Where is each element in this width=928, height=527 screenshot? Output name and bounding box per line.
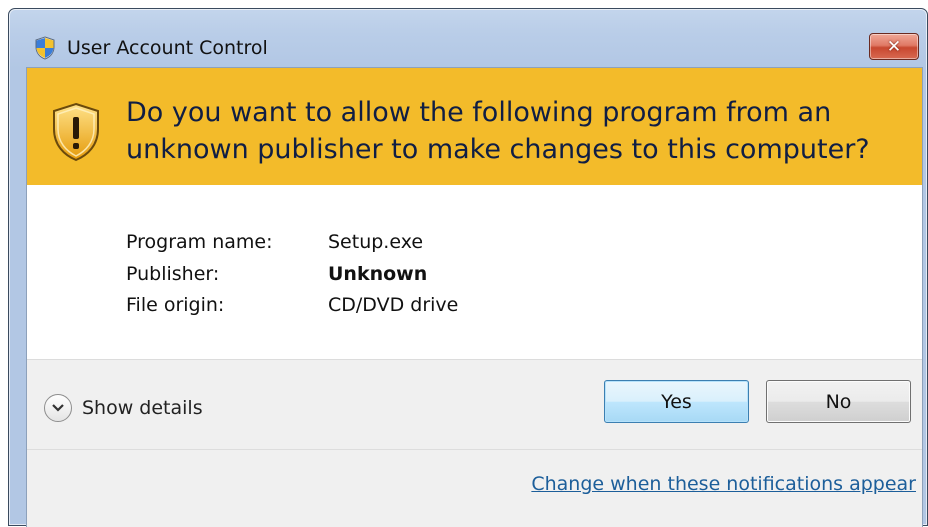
info-value: Unknown — [328, 263, 428, 285]
window-title: User Account Control — [67, 37, 268, 59]
dialog-footer: Show details Yes No Change when these no… — [27, 359, 922, 527]
chevron-down-icon[interactable] — [44, 394, 72, 422]
yes-button[interactable]: Yes — [604, 380, 749, 423]
warning-shield-icon — [53, 102, 99, 162]
change-notifications-link[interactable]: Change when these notifications appear — [531, 473, 916, 495]
dialog-content: Do you want to allow the following progr… — [26, 67, 923, 527]
banner-question: Do you want to allow the following progr… — [126, 94, 916, 168]
program-info: Program name: Setup.exe Publisher: Unknown… — [27, 185, 922, 359]
uac-shield-icon — [35, 36, 55, 60]
banner-line-2: unknown publisher to make changes to thi… — [126, 134, 870, 165]
close-button[interactable]: ✕ — [869, 33, 919, 60]
title-bar[interactable]: User Account Control ✕ — [9, 9, 927, 67]
info-row-program-name: Program name: Setup.exe — [126, 231, 423, 253]
warning-banner: Do you want to allow the following progr… — [27, 68, 922, 185]
no-button[interactable]: No — [766, 380, 911, 423]
close-icon: ✕ — [886, 36, 902, 57]
footer-divider — [27, 449, 922, 450]
info-row-file-origin: File origin: CD/DVD drive — [126, 294, 458, 316]
show-details-label[interactable]: Show details — [82, 397, 203, 419]
uac-dialog: User Account Control ✕ Do you want to al… — [8, 8, 928, 527]
info-value: CD/DVD drive — [328, 294, 459, 316]
banner-line-1: Do you want to allow the following progr… — [126, 97, 832, 128]
show-details-toggle[interactable]: Show details — [44, 393, 203, 423]
info-value: Setup.exe — [328, 231, 424, 253]
info-row-publisher: Publisher: Unknown — [126, 263, 427, 285]
info-label: Program name: — [126, 231, 273, 253]
info-label: Publisher: — [126, 263, 220, 285]
info-label: File origin: — [126, 294, 225, 316]
